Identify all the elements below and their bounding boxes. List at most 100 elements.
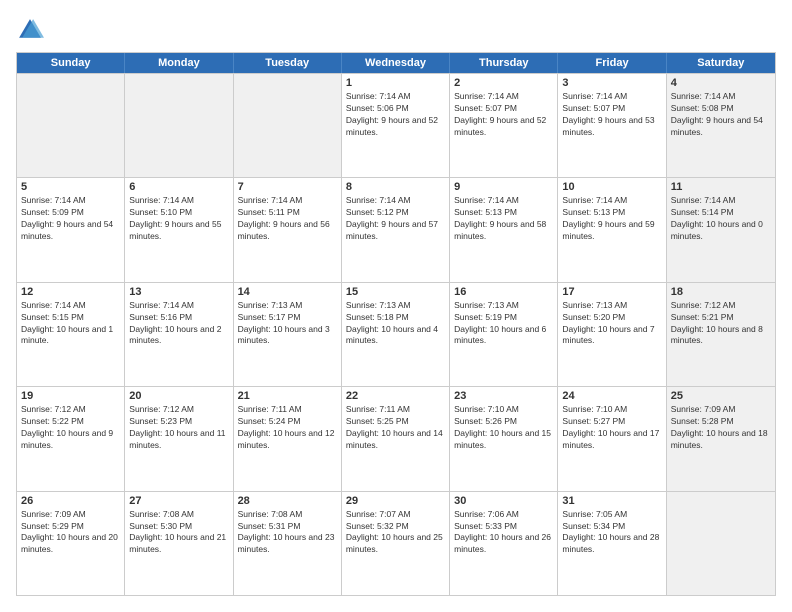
day-number: 29 (346, 495, 445, 507)
day-number: 6 (129, 181, 228, 193)
day-number: 19 (21, 390, 120, 402)
cal-cell: 15 Sunrise: 7:13 AM Sunset: 5:18 PM Dayli… (342, 283, 450, 386)
day-info: Sunrise: 7:14 AM Sunset: 5:07 PM Dayligh… (562, 91, 661, 139)
cal-cell: 6 Sunrise: 7:14 AM Sunset: 5:10 PM Daylig… (125, 178, 233, 281)
day-info: Sunrise: 7:10 AM Sunset: 5:27 PM Dayligh… (562, 404, 661, 452)
day-number: 11 (671, 181, 771, 193)
day-info: Sunrise: 7:09 AM Sunset: 5:29 PM Dayligh… (21, 509, 120, 557)
day-info: Sunrise: 7:14 AM Sunset: 5:11 PM Dayligh… (238, 195, 337, 243)
day-info: Sunrise: 7:14 AM Sunset: 5:08 PM Dayligh… (671, 91, 771, 139)
day-number: 3 (562, 77, 661, 89)
cal-cell: 17 Sunrise: 7:13 AM Sunset: 5:20 PM Dayli… (558, 283, 666, 386)
cal-cell: 26 Sunrise: 7:09 AM Sunset: 5:29 PM Dayli… (17, 492, 125, 595)
day-number: 12 (21, 286, 120, 298)
cal-cell: 12 Sunrise: 7:14 AM Sunset: 5:15 PM Dayli… (17, 283, 125, 386)
day-number: 26 (21, 495, 120, 507)
day-number: 31 (562, 495, 661, 507)
day-info: Sunrise: 7:12 AM Sunset: 5:21 PM Dayligh… (671, 300, 771, 348)
cal-cell (17, 74, 125, 177)
cal-week-5: 26 Sunrise: 7:09 AM Sunset: 5:29 PM Dayli… (17, 491, 775, 595)
cal-header-cell: Sunday (17, 53, 125, 73)
cal-cell: 18 Sunrise: 7:12 AM Sunset: 5:21 PM Dayli… (667, 283, 775, 386)
cal-cell: 22Sunrise: 7:11 AM Sunset: 5:25 PM Dayli… (342, 387, 450, 490)
cal-cell: 24 Sunrise: 7:10 AM Sunset: 5:27 PM Dayli… (558, 387, 666, 490)
day-info: Sunrise: 7:14 AM Sunset: 5:14 PM Dayligh… (671, 195, 771, 243)
day-info: Sunrise: 7:06 AM Sunset: 5:33 PM Dayligh… (454, 509, 553, 557)
cal-cell (125, 74, 233, 177)
day-number: 5 (21, 181, 120, 193)
day-number: 18 (671, 286, 771, 298)
cal-cell: 28 Sunrise: 7:08 AM Sunset: 5:31 PM Dayli… (234, 492, 342, 595)
cal-cell: 23 Sunrise: 7:10 AM Sunset: 5:26 PM Dayli… (450, 387, 558, 490)
day-info: Sunrise: 7:14 AM Sunset: 5:06 PM Dayligh… (346, 91, 445, 139)
day-number: 28 (238, 495, 337, 507)
page: SundayMondayTuesdayWednesdayThursdayFrid… (0, 0, 792, 612)
day-info: Sunrise: 7:11 AM Sunset: 5:24 PM Dayligh… (238, 404, 337, 452)
day-number: 24 (562, 390, 661, 402)
cal-cell: 19 Sunrise: 7:12 AM Sunset: 5:22 PM Dayli… (17, 387, 125, 490)
day-number: 2 (454, 77, 553, 89)
cal-cell: 21 Sunrise: 7:11 AM Sunset: 5:24 PM Dayli… (234, 387, 342, 490)
day-number: 17 (562, 286, 661, 298)
cal-cell: 11 Sunrise: 7:14 AM Sunset: 5:14 PM Dayli… (667, 178, 775, 281)
logo-icon (16, 16, 44, 44)
day-number: 27 (129, 495, 228, 507)
day-info: Sunrise: 7:13 AM Sunset: 5:18 PM Dayligh… (346, 300, 445, 348)
day-info: Sunrise: 7:13 AM Sunset: 5:19 PM Dayligh… (454, 300, 553, 348)
cal-cell: 3 Sunrise: 7:14 AM Sunset: 5:07 PM Daylig… (558, 74, 666, 177)
cal-cell: 5 Sunrise: 7:14 AM Sunset: 5:09 PM Daylig… (17, 178, 125, 281)
day-info: Sunrise: 7:12 AM Sunset: 5:22 PM Dayligh… (21, 404, 120, 452)
cal-cell: 10Sunrise: 7:14 AM Sunset: 5:13 PM Dayli… (558, 178, 666, 281)
day-number: 13 (129, 286, 228, 298)
header (16, 16, 776, 44)
cal-header-cell: Wednesday (342, 53, 450, 73)
cal-header-cell: Thursday (450, 53, 558, 73)
day-number: 20 (129, 390, 228, 402)
day-info: Sunrise: 7:12 AM Sunset: 5:23 PM Dayligh… (129, 404, 228, 452)
day-info: Sunrise: 7:14 AM Sunset: 5:10 PM Dayligh… (129, 195, 228, 243)
day-info: Sunrise: 7:08 AM Sunset: 5:31 PM Dayligh… (238, 509, 337, 557)
logo (16, 16, 48, 44)
cal-cell (667, 492, 775, 595)
day-info: Sunrise: 7:11 AM Sunset: 5:25 PM Dayligh… (346, 404, 445, 452)
cal-header-cell: Friday (558, 53, 666, 73)
day-number: 23 (454, 390, 553, 402)
day-number: 8 (346, 181, 445, 193)
day-number: 15 (346, 286, 445, 298)
cal-header-cell: Tuesday (234, 53, 342, 73)
day-info: Sunrise: 7:14 AM Sunset: 5:13 PM Dayligh… (562, 195, 661, 243)
cal-cell: 2 Sunrise: 7:14 AM Sunset: 5:07 PM Daylig… (450, 74, 558, 177)
cal-cell: 14Sunrise: 7:13 AM Sunset: 5:17 PM Dayli… (234, 283, 342, 386)
cal-cell: 25Sunrise: 7:09 AM Sunset: 5:28 PM Dayli… (667, 387, 775, 490)
cal-cell: 16 Sunrise: 7:13 AM Sunset: 5:19 PM Dayli… (450, 283, 558, 386)
cal-cell: 30Sunrise: 7:06 AM Sunset: 5:33 PM Dayli… (450, 492, 558, 595)
day-info: Sunrise: 7:10 AM Sunset: 5:26 PM Dayligh… (454, 404, 553, 452)
cal-cell: 4 Sunrise: 7:14 AM Sunset: 5:08 PM Daylig… (667, 74, 775, 177)
day-number: 9 (454, 181, 553, 193)
cal-cell: 29Sunrise: 7:07 AM Sunset: 5:32 PM Dayli… (342, 492, 450, 595)
cal-header-cell: Saturday (667, 53, 775, 73)
day-info: Sunrise: 7:14 AM Sunset: 5:07 PM Dayligh… (454, 91, 553, 139)
day-info: Sunrise: 7:13 AM Sunset: 5:20 PM Dayligh… (562, 300, 661, 348)
calendar-body: 1Sunrise: 7:14 AM Sunset: 5:06 PM Daylig… (17, 73, 775, 595)
day-info: Sunrise: 7:09 AM Sunset: 5:28 PM Dayligh… (671, 404, 771, 452)
day-number: 16 (454, 286, 553, 298)
cal-week-4: 19 Sunrise: 7:12 AM Sunset: 5:22 PM Dayli… (17, 386, 775, 490)
day-info: Sunrise: 7:14 AM Sunset: 5:15 PM Dayligh… (21, 300, 120, 348)
day-info: Sunrise: 7:13 AM Sunset: 5:17 PM Dayligh… (238, 300, 337, 348)
day-info: Sunrise: 7:14 AM Sunset: 5:16 PM Dayligh… (129, 300, 228, 348)
day-info: Sunrise: 7:14 AM Sunset: 5:09 PM Dayligh… (21, 195, 120, 243)
cal-cell: 9 Sunrise: 7:14 AM Sunset: 5:13 PM Daylig… (450, 178, 558, 281)
cal-cell: 27Sunrise: 7:08 AM Sunset: 5:30 PM Dayli… (125, 492, 233, 595)
day-number: 4 (671, 77, 771, 89)
calendar-header-row: SundayMondayTuesdayWednesdayThursdayFrid… (17, 53, 775, 73)
cal-cell: 8 Sunrise: 7:14 AM Sunset: 5:12 PM Daylig… (342, 178, 450, 281)
day-number: 7 (238, 181, 337, 193)
calendar: SundayMondayTuesdayWednesdayThursdayFrid… (16, 52, 776, 596)
day-info: Sunrise: 7:14 AM Sunset: 5:12 PM Dayligh… (346, 195, 445, 243)
day-number: 21 (238, 390, 337, 402)
day-info: Sunrise: 7:14 AM Sunset: 5:13 PM Dayligh… (454, 195, 553, 243)
cal-cell: 31Sunrise: 7:05 AM Sunset: 5:34 PM Dayli… (558, 492, 666, 595)
cal-cell: 20 Sunrise: 7:12 AM Sunset: 5:23 PM Dayli… (125, 387, 233, 490)
cal-week-3: 12 Sunrise: 7:14 AM Sunset: 5:15 PM Dayli… (17, 282, 775, 386)
